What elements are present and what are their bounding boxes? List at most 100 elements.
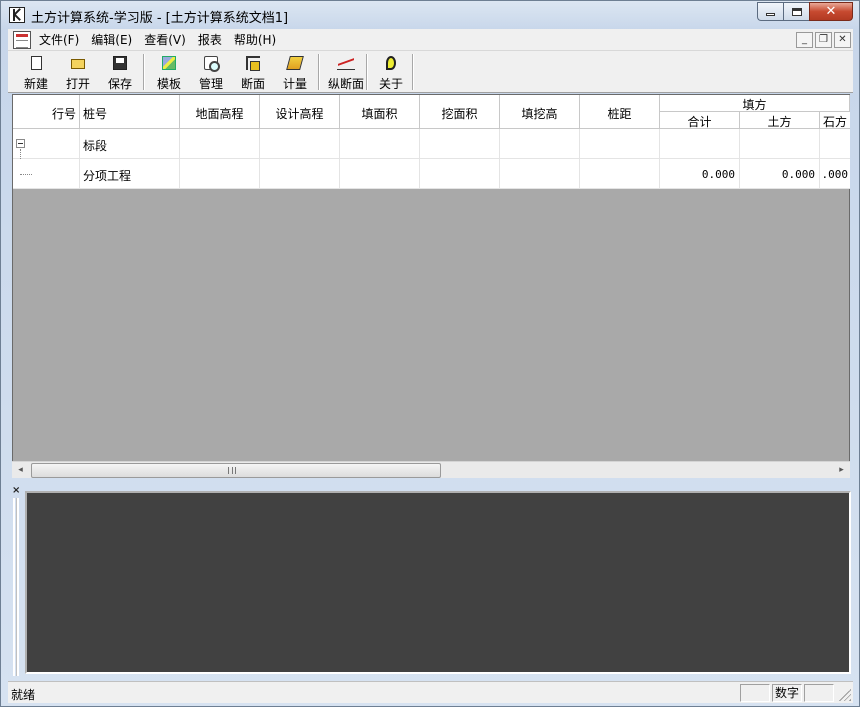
col-header-pile-no[interactable]: 桩号 [80, 95, 180, 129]
col-header-fill-area[interactable]: 填面积 [340, 95, 420, 129]
menu-report[interactable]: 报表 [192, 29, 228, 51]
output-pane-close-icon[interactable]: × [12, 486, 20, 496]
col-header-pile-dist[interactable]: 桩距 [580, 95, 660, 129]
menu-bar: 文件(F) 编辑(E) 查看(V) 报表 帮助(H) _ ❐ ✕ [8, 29, 853, 51]
col-header-pile-no-label: 桩号 [83, 107, 108, 121]
menu-file[interactable]: 文件(F) [33, 29, 85, 51]
mdi-minimize-button[interactable]: _ [796, 32, 813, 48]
col-header-fill-group[interactable]: 填方 [660, 95, 850, 112]
table-cell[interactable] [500, 129, 580, 159]
fill-total-cell[interactable]: 0.000 [660, 159, 740, 189]
toolbar-group-tools: 模板 管理 断面 计量 [148, 53, 316, 91]
scroll-thumb[interactable] [31, 463, 441, 478]
table-cell[interactable] [580, 159, 660, 189]
open-folder-icon [71, 59, 85, 69]
save-disk-icon [113, 56, 127, 70]
col-header-design-elev[interactable]: 设计高程 [260, 95, 340, 129]
table-cell[interactable] [740, 129, 820, 159]
output-pane[interactable] [25, 491, 851, 674]
maximize-icon [791, 7, 802, 16]
col-header-fill-total-label: 合计 [687, 115, 712, 129]
maximize-button[interactable] [783, 2, 809, 21]
data-grid[interactable]: 行号 桩号 地面高程 设计高程 填面积 挖面积 填挖高 桩距 填方 合计 土方 [12, 94, 850, 478]
table-cell[interactable] [420, 129, 500, 159]
cross-section-button-label: 断面 [240, 77, 265, 91]
profile-icon [337, 56, 355, 70]
open-button[interactable]: 打开 [57, 53, 99, 91]
table-row-pile-no-cell[interactable]: 标段 [80, 129, 180, 159]
status-text: 就绪 [11, 688, 36, 702]
table-cell[interactable] [340, 159, 420, 189]
close-icon: ✕ [825, 4, 837, 19]
col-header-fill-total[interactable]: 合计 [660, 112, 740, 129]
table-cell[interactable] [420, 159, 500, 189]
col-header-fill-stone-label: 石方 [823, 115, 848, 129]
mdi-close-button[interactable]: ✕ [834, 32, 851, 48]
col-header-ground-elev-label: 地面高程 [195, 107, 244, 121]
cross-section-button[interactable]: 断面 [232, 53, 274, 91]
col-header-row-no[interactable]: 行号 [13, 95, 80, 129]
pile-no-value: 标段 [83, 139, 108, 153]
table-cell[interactable] [180, 159, 260, 189]
minimize-button[interactable] [757, 2, 783, 21]
profile-button[interactable]: 纵断面 [321, 53, 371, 91]
caption-buttons: ✕ [757, 2, 853, 21]
title-bar[interactable]: 土方计算系统-学习版 - [土方计算系统文档1] ✕ [1, 1, 859, 29]
app-logo-icon[interactable] [9, 7, 25, 23]
col-header-fill-cut-height-label: 填挖高 [521, 107, 558, 121]
resize-grip-icon[interactable] [839, 689, 851, 701]
table-cell[interactable] [260, 159, 340, 189]
table-row-pile-no-cell[interactable]: 分项工程 [80, 159, 180, 189]
menu-help[interactable]: 帮助(H) [228, 29, 282, 51]
measure-button-label: 计量 [282, 77, 307, 91]
status-panel-empty [740, 684, 770, 702]
document-icon[interactable] [13, 31, 31, 49]
collapse-toggle-icon[interactable] [16, 139, 25, 148]
mdi-restore-button[interactable]: ❐ [815, 32, 832, 48]
table-cell[interactable] [340, 129, 420, 159]
fill-stone-cell[interactable]: .000 [820, 159, 850, 189]
table-cell[interactable] [580, 129, 660, 159]
horizontal-scrollbar[interactable]: ◂ ▸ [12, 461, 850, 478]
table-cell[interactable] [660, 129, 740, 159]
toolbar-separator [143, 54, 145, 90]
save-button-label: 保存 [107, 77, 132, 91]
table-cell[interactable] [820, 129, 850, 159]
new-file-icon [31, 56, 42, 70]
col-header-cut-area-label: 挖面积 [441, 107, 478, 121]
col-header-fill-earth[interactable]: 土方 [740, 112, 820, 129]
table-cell[interactable] [180, 129, 260, 159]
table-cell[interactable] [500, 159, 580, 189]
menu-view[interactable]: 查看(V) [138, 29, 192, 51]
menu-edit[interactable]: 编辑(E) [85, 29, 138, 51]
template-button[interactable]: 模板 [148, 53, 190, 91]
save-button[interactable]: 保存 [99, 53, 141, 91]
measure-button[interactable]: 计量 [274, 53, 316, 91]
cross-section-icon [246, 56, 260, 71]
col-header-fill-cut-height[interactable]: 填挖高 [500, 95, 580, 129]
grip-icon [228, 467, 236, 474]
fill-earth-cell[interactable]: 0.000 [740, 159, 820, 189]
template-button-label: 模板 [156, 77, 181, 91]
pile-no-value: 分项工程 [83, 169, 132, 183]
col-header-ground-elev[interactable]: 地面高程 [180, 95, 260, 129]
col-header-cut-area[interactable]: 挖面积 [420, 95, 500, 129]
manage-icon [204, 56, 220, 72]
output-pane-gripper[interactable] [13, 498, 19, 676]
window-title: 土方计算系统-学习版 - [土方计算系统文档1] [31, 11, 289, 26]
status-bar: 就绪 数字 [8, 681, 853, 703]
about-button[interactable]: 关于 [370, 53, 412, 91]
scroll-left-icon[interactable]: ◂ [12, 462, 29, 479]
mdi-buttons: _ ❐ ✕ [796, 32, 851, 48]
row-header-cell[interactable] [13, 159, 80, 189]
col-header-fill-earth-label: 土方 [767, 115, 792, 129]
col-header-pile-dist-label: 桩距 [607, 107, 632, 121]
col-header-fill-stone[interactable]: 石方 [820, 112, 850, 129]
manage-button[interactable]: 管理 [190, 53, 232, 91]
table-cell[interactable] [260, 129, 340, 159]
close-button[interactable]: ✕ [809, 2, 853, 21]
row-header-cell[interactable] [13, 129, 80, 189]
measure-icon [286, 56, 304, 70]
scroll-right-icon[interactable]: ▸ [833, 462, 850, 479]
new-button[interactable]: 新建 [15, 53, 57, 91]
